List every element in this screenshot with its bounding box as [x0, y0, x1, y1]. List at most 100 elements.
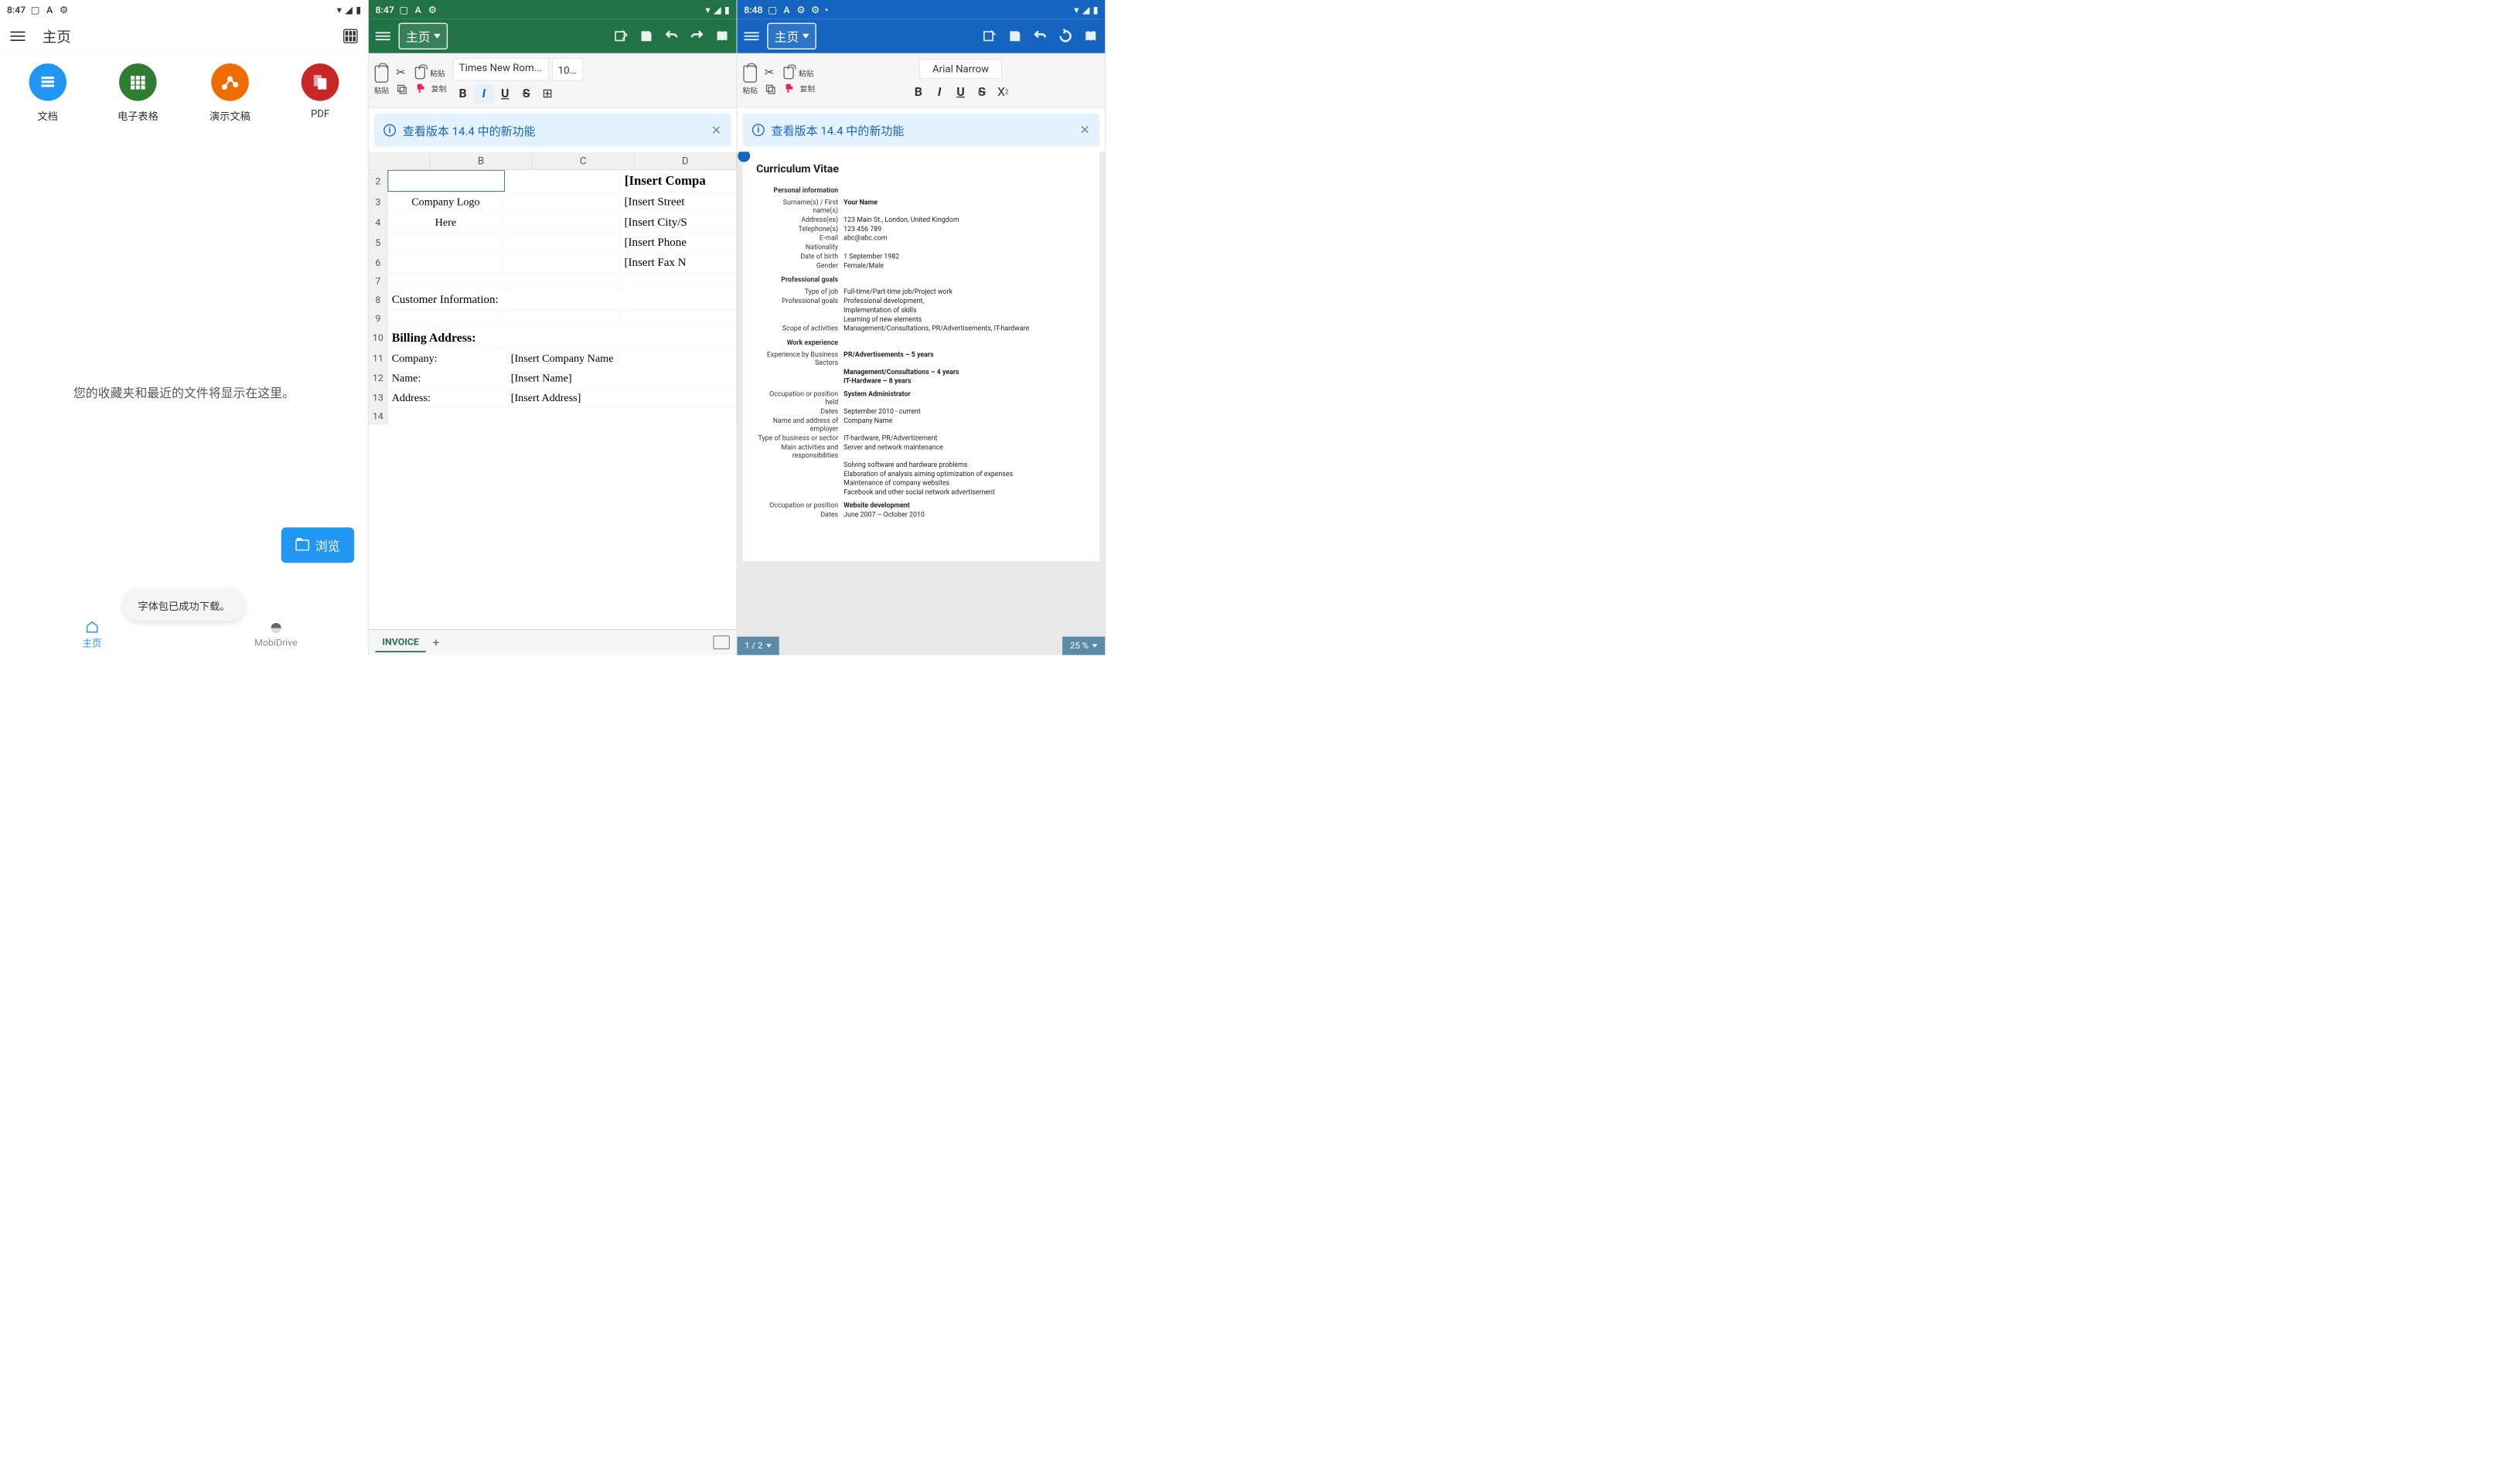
compose-icon[interactable] — [982, 29, 997, 43]
undo-icon[interactable] — [1033, 29, 1048, 43]
italic-button[interactable]: I — [475, 84, 494, 104]
info-icon: i — [383, 124, 396, 136]
hamburger-icon[interactable] — [376, 29, 390, 43]
app-bar: 主页 — [737, 19, 1105, 53]
bold-button[interactable]: B — [453, 84, 472, 104]
panel-home: 8:47 ▢ A ⚙ ▾ ◢ ▮ 主页 文档 电子表格 演示文稿 PDF — [0, 0, 369, 655]
browse-button[interactable]: 浏览 — [281, 527, 354, 563]
font-size[interactable]: 10 分 — [552, 58, 583, 80]
close-icon[interactable]: ✕ — [711, 123, 721, 138]
underline-button[interactable]: U — [951, 82, 970, 101]
bold-button[interactable]: B — [908, 82, 928, 101]
keyboard-icon[interactable] — [714, 635, 730, 649]
close-icon[interactable]: ✕ — [1080, 123, 1090, 138]
font-selector[interactable]: Times New Rom... — [453, 58, 549, 80]
zoom-indicator[interactable]: 25 % — [1062, 637, 1105, 655]
header: 主页 — [0, 19, 368, 53]
chevron-down-icon — [766, 644, 772, 647]
wifi-icon: ▾ — [1074, 4, 1079, 15]
col-header[interactable]: B — [430, 152, 532, 170]
image-icon: ▢ — [768, 5, 777, 14]
signal-icon: ◢ — [1082, 4, 1090, 15]
tile-pdf[interactable]: PDF — [302, 63, 339, 123]
sheet-tabs: INVOICE + — [369, 629, 737, 655]
a-icon: A — [414, 5, 423, 14]
share-icon: ⚙ — [59, 5, 68, 14]
tile-row: 文档 电子表格 演示文稿 PDF — [0, 53, 368, 130]
format-painter-icon[interactable] — [783, 83, 795, 94]
col-header[interactable]: C — [532, 152, 634, 170]
status-time: 8:47 — [7, 4, 26, 15]
document-area[interactable]: Curriculum Vitae Personal information Su… — [737, 151, 1105, 655]
share-icon: ⚙ — [428, 5, 437, 14]
app-bar: 主页 — [369, 19, 737, 53]
tile-label: 演示文稿 — [210, 107, 250, 122]
image-icon: ▢ — [30, 5, 39, 14]
document-page[interactable]: Curriculum Vitae Personal information Su… — [742, 151, 1099, 561]
battery-icon: ▮ — [724, 4, 730, 15]
tile-spreadsheet[interactable]: 电子表格 — [118, 63, 158, 123]
compose-icon[interactable] — [614, 29, 629, 43]
banner-text: 查看版本 14.4 中的新功能 — [772, 121, 905, 138]
add-sheet-icon[interactable]: + — [433, 635, 440, 650]
panel-spreadsheet: 8:47 ▢ A ⚙ ▾◢▮ 主页 粘贴 ✂ 粘贴 复制 — [369, 0, 738, 655]
tile-presentation[interactable]: 演示文稿 — [210, 63, 250, 123]
paste-icon[interactable] — [783, 66, 793, 79]
info-banner[interactable]: i 查看版本 14.4 中的新功能 ✕ — [742, 114, 1099, 147]
grid-view-icon[interactable] — [343, 29, 358, 43]
empty-state: 您的收藏夹和最近的文件将显示在这里。 — [0, 130, 368, 655]
hamburger-icon[interactable] — [10, 29, 25, 43]
status-bar: 8:47 ▢ A ⚙ ▾◢▮ — [369, 0, 737, 19]
undo-icon[interactable] — [664, 29, 679, 43]
info-banner[interactable]: i 查看版本 14.4 中的新功能 ✕ — [374, 114, 731, 147]
spreadsheet[interactable]: B C D 2[Insert Compa 3Company Logo[Inser… — [369, 152, 737, 629]
share-icon: ⚙ — [796, 5, 806, 14]
underline-button[interactable]: U — [496, 84, 515, 104]
font-selector[interactable]: Arial Narrow — [920, 60, 1002, 79]
battery-icon: ▮ — [356, 4, 361, 15]
tile-label: 电子表格 — [118, 107, 158, 122]
ribbon: 粘贴 ✂ 粘贴 复制 Times New Rom... 10 分 B I U S… — [369, 53, 737, 108]
corner[interactable] — [369, 152, 430, 170]
status-time: 8:47 — [376, 4, 394, 15]
banner-text: 查看版本 14.4 中的新功能 — [403, 122, 536, 139]
sheet-tab[interactable]: INVOICE — [376, 633, 426, 652]
redo-icon[interactable] — [1058, 29, 1072, 43]
copy-icon[interactable] — [396, 83, 408, 96]
hamburger-icon[interactable] — [744, 29, 758, 43]
strikethrough-button[interactable]: S — [516, 84, 536, 104]
save-icon[interactable] — [639, 29, 653, 43]
cut-icon[interactable]: ✂ — [396, 66, 406, 80]
doc-footer: 1 / 2 25 % — [737, 637, 1105, 655]
chevron-down-icon — [803, 34, 809, 39]
cell[interactable]: [Insert Compa — [621, 170, 737, 192]
subscript-button[interactable]: X2 — [993, 82, 1013, 101]
a-icon: A — [782, 5, 791, 14]
folder-icon — [295, 539, 309, 550]
home-dropdown[interactable]: 主页 — [399, 23, 448, 49]
a-icon: A — [45, 5, 54, 14]
cut-icon[interactable]: ✂ — [765, 66, 775, 80]
format-painter-icon[interactable] — [415, 83, 427, 94]
col-header[interactable]: D — [634, 152, 736, 170]
nav-mobidrive[interactable]: MobiDrive — [184, 614, 368, 655]
home-dropdown[interactable]: 主页 — [767, 23, 816, 49]
page-indicator[interactable]: 1 / 2 — [737, 637, 779, 655]
paste-group[interactable]: 粘贴 — [742, 66, 757, 96]
book-icon[interactable] — [1083, 29, 1098, 43]
status-time: 8:48 — [744, 4, 762, 15]
copy-icon[interactable] — [765, 83, 777, 95]
paste-icon[interactable] — [415, 67, 425, 80]
status-bar: 8:48 ▢ A ⚙ ⚙ • ▾◢▮ — [737, 0, 1105, 19]
share-icon: ⚙ — [810, 5, 820, 14]
battery-icon: ▮ — [1093, 4, 1099, 15]
borders-button[interactable]: ⊞ — [538, 84, 557, 104]
book-icon[interactable] — [714, 29, 729, 43]
strikethrough-button[interactable]: S — [973, 82, 992, 101]
tile-document[interactable]: 文档 — [29, 63, 66, 123]
paste-group[interactable]: 粘贴 — [374, 66, 389, 96]
nav-home[interactable]: 主页 — [0, 614, 184, 655]
italic-button[interactable]: I — [930, 82, 949, 101]
redo-icon[interactable] — [690, 29, 704, 43]
save-icon[interactable] — [1007, 29, 1022, 43]
